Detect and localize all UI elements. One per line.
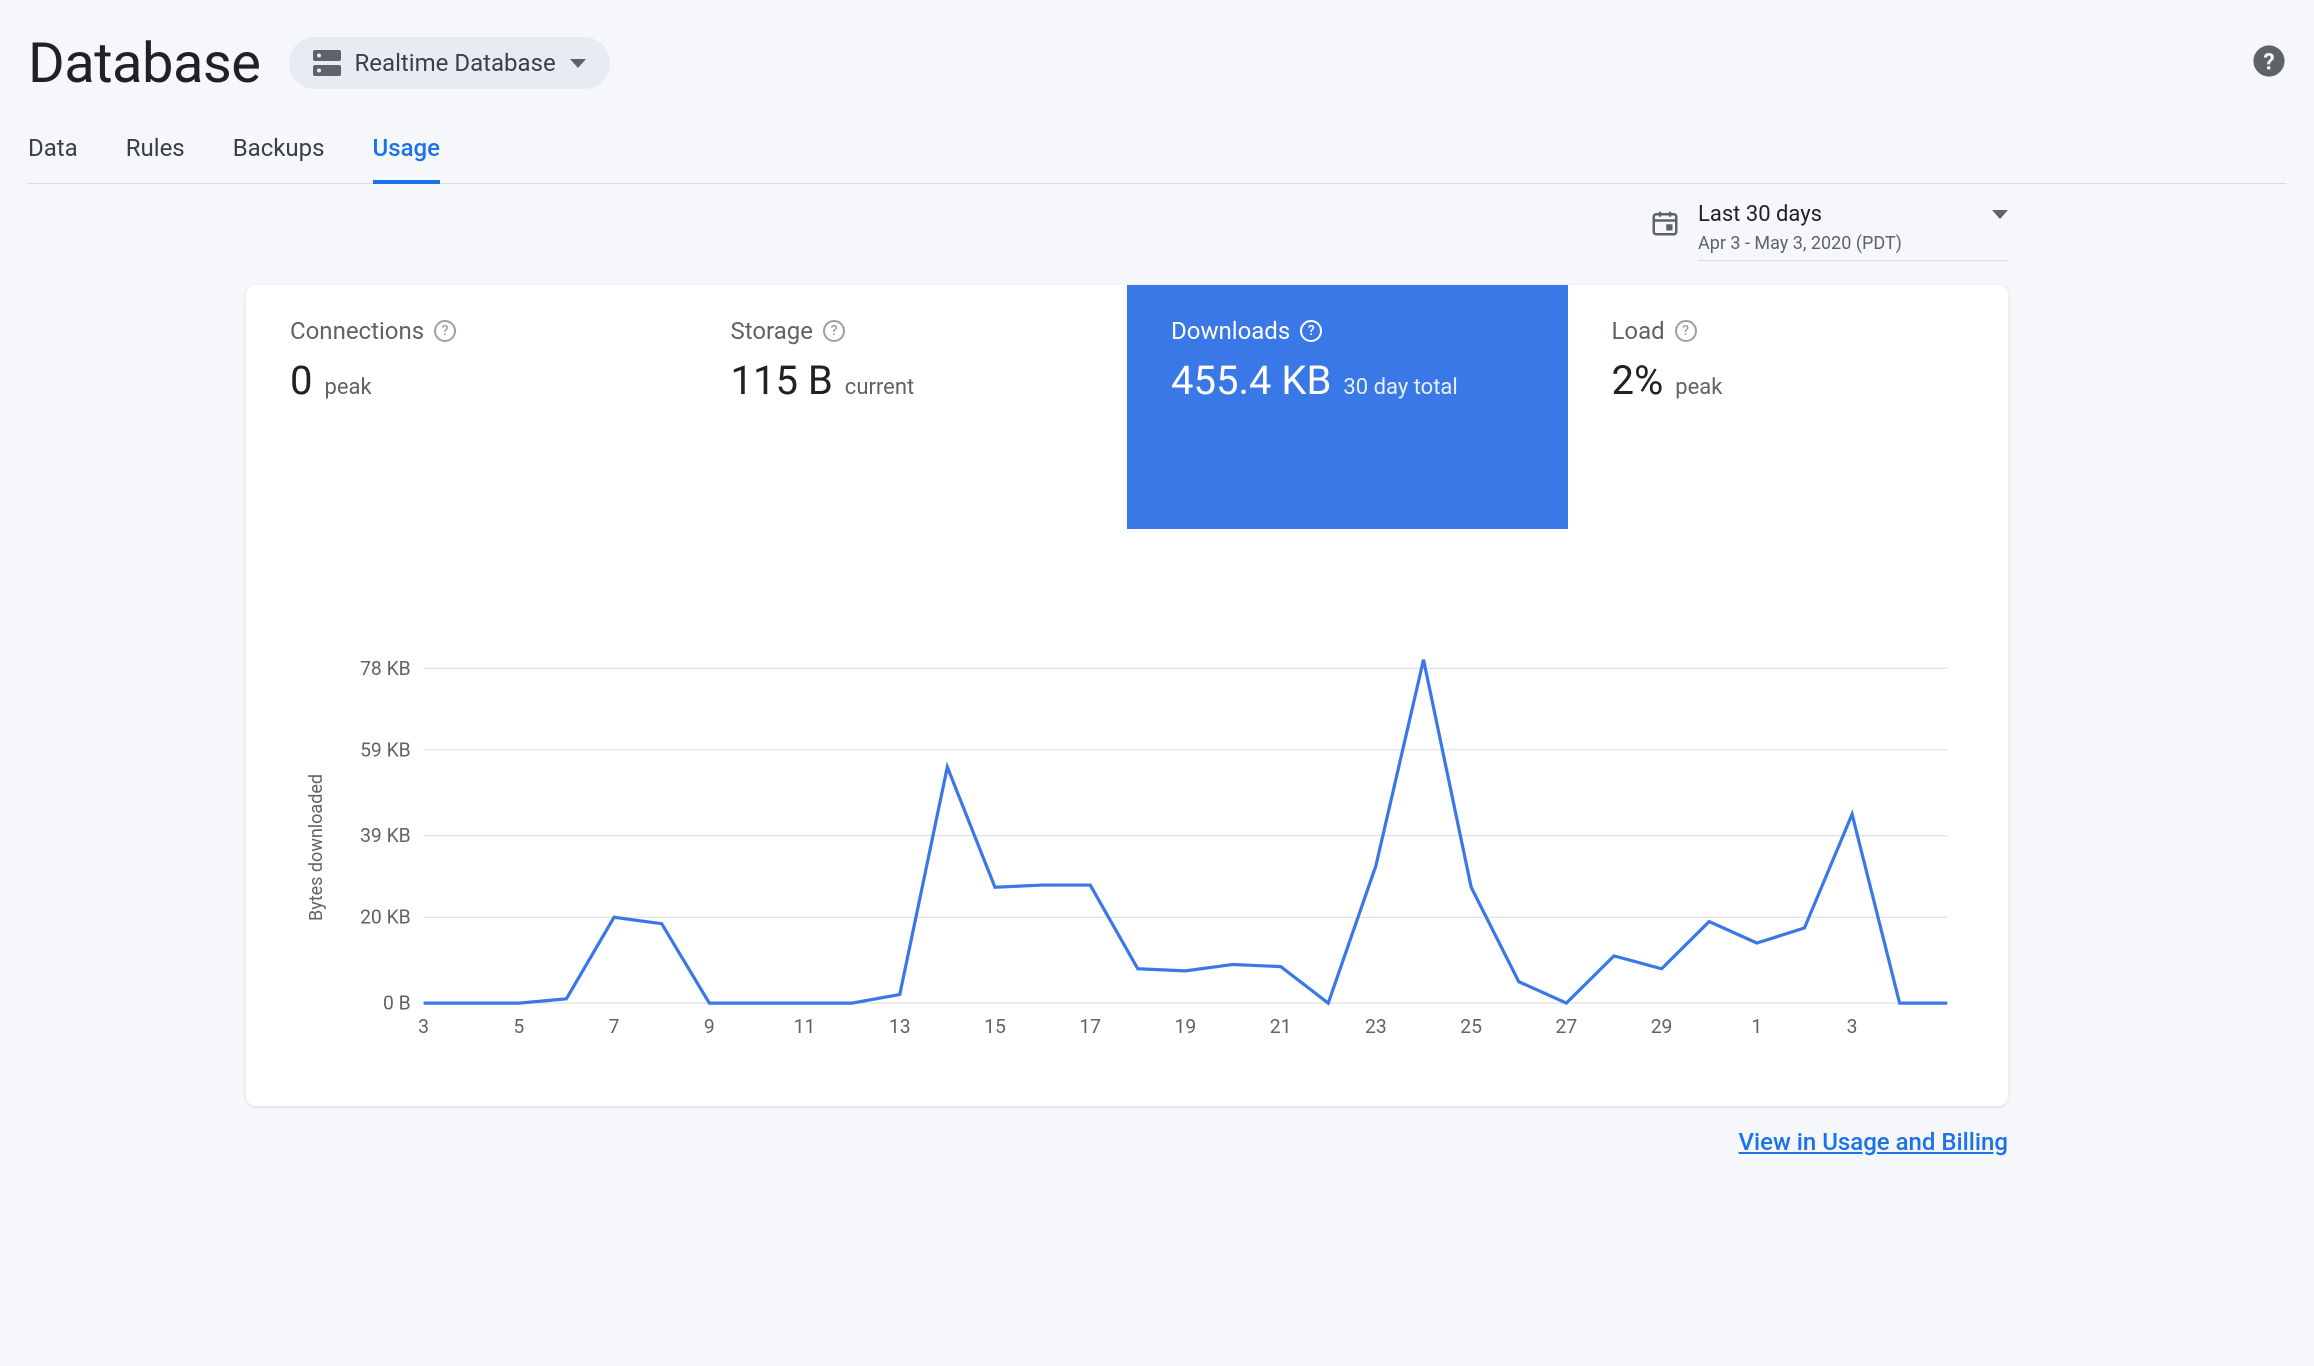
metric-load-sub: peak	[1675, 375, 1722, 400]
metric-storage-sub: current	[845, 375, 914, 400]
usage-card: Connections ? 0 peak Storage ? 115 B cur…	[246, 285, 2008, 1106]
svg-text:13: 13	[889, 1015, 911, 1038]
svg-text:27: 27	[1555, 1015, 1577, 1038]
page-title: Database	[28, 30, 261, 96]
tab-rules[interactable]: Rules	[126, 124, 185, 184]
metric-storage-label: Storage	[731, 317, 813, 345]
chevron-down-icon	[1992, 210, 2008, 219]
svg-text:?: ?	[2263, 49, 2274, 76]
metric-load-label: Load	[1612, 317, 1665, 345]
metric-downloads-label: Downloads	[1171, 317, 1290, 345]
help-icon[interactable]: ?	[823, 320, 845, 342]
metric-connections-value: 0	[290, 357, 312, 404]
svg-text:1: 1	[1751, 1015, 1762, 1038]
date-range-detail: Apr 3 - May 3, 2020 (PDT)	[1698, 227, 2008, 254]
metric-connections-label: Connections	[290, 317, 424, 345]
metric-storage[interactable]: Storage ? 115 B current	[687, 285, 1128, 529]
date-range-picker[interactable]: Last 30 days Apr 3 - May 3, 2020 (PDT)	[1698, 202, 2008, 261]
calendar-icon	[1650, 202, 1680, 242]
metric-storage-value: 115 B	[731, 357, 833, 404]
metric-load-value: 2%	[1612, 357, 1664, 404]
svg-text:0 B: 0 B	[383, 992, 411, 1015]
svg-text:19: 19	[1175, 1015, 1197, 1038]
metric-downloads[interactable]: Downloads ? 455.4 KB 30 day total	[1127, 285, 1568, 529]
metric-downloads-sub: 30 day total	[1343, 375, 1457, 400]
metric-downloads-value: 455.4 KB	[1171, 357, 1331, 404]
metric-connections[interactable]: Connections ? 0 peak	[246, 285, 687, 529]
help-icon[interactable]: ?	[434, 320, 456, 342]
tab-backups[interactable]: Backups	[233, 124, 325, 184]
metric-load[interactable]: Load ? 2% peak	[1568, 285, 2009, 529]
svg-text:78 KB: 78 KB	[360, 657, 411, 680]
svg-text:23: 23	[1365, 1015, 1387, 1038]
svg-text:15: 15	[984, 1015, 1006, 1038]
svg-text:5: 5	[513, 1015, 524, 1038]
metric-connections-sub: peak	[324, 375, 371, 400]
help-icon[interactable]: ?	[1675, 320, 1697, 342]
svg-text:9: 9	[704, 1015, 715, 1038]
svg-text:17: 17	[1079, 1015, 1101, 1038]
help-icon[interactable]: ?	[1300, 320, 1322, 342]
database-selector-label: Realtime Database	[355, 49, 556, 77]
svg-text:3: 3	[1847, 1015, 1858, 1038]
chart-y-axis-label: Bytes downloaded	[296, 649, 327, 1046]
svg-text:7: 7	[609, 1015, 620, 1038]
downloads-chart: 0 B20 KB39 KB59 KB78 KB35791113151719212…	[327, 649, 1958, 1046]
database-selector[interactable]: Realtime Database	[289, 37, 610, 89]
svg-text:29: 29	[1651, 1015, 1673, 1038]
svg-text:59 KB: 59 KB	[360, 738, 411, 761]
svg-text:20 KB: 20 KB	[360, 906, 411, 929]
tabs: Data Rules Backups Usage	[28, 104, 2286, 184]
tab-data[interactable]: Data	[28, 124, 78, 184]
database-icon	[313, 50, 341, 76]
svg-text:11: 11	[794, 1015, 816, 1038]
chevron-down-icon	[570, 59, 586, 68]
view-in-usage-billing-link[interactable]: View in Usage and Billing	[1739, 1128, 2008, 1156]
tab-usage[interactable]: Usage	[373, 124, 440, 184]
svg-text:25: 25	[1460, 1015, 1482, 1038]
date-range-label: Last 30 days	[1698, 202, 1822, 227]
svg-text:21: 21	[1270, 1015, 1292, 1038]
svg-text:3: 3	[418, 1015, 429, 1038]
svg-text:39 KB: 39 KB	[360, 824, 411, 847]
help-icon[interactable]: ?	[2252, 44, 2286, 82]
